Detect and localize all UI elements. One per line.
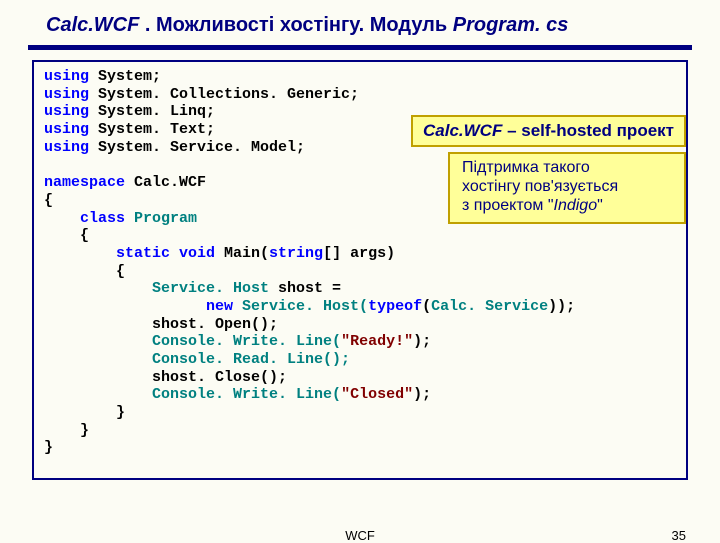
kw-namespace: namespace <box>44 174 125 191</box>
title-part3: Program. cs <box>453 14 569 36</box>
kw-using: using <box>44 121 89 138</box>
kw-static-void: static void <box>44 245 215 262</box>
kw-using: using <box>44 86 89 103</box>
callout-self-hosted: Calc.WCF – self-hosted проект <box>411 115 686 147</box>
callout1-project: Calc.WCF <box>423 121 502 140</box>
page-number: 35 <box>672 528 686 543</box>
kw-using: using <box>44 103 89 120</box>
callout-indigo: Підтримка такого хостінгу пов'язується з… <box>448 152 686 224</box>
slide-title: Calc.WCF . Можливості хостінгу. Модуль P… <box>0 0 720 45</box>
footer-label: WCF <box>345 528 375 543</box>
callout2-line2: хостінгу пов'язується <box>462 177 674 196</box>
callout2-line3: з проектом "Indigo" <box>462 196 674 215</box>
title-part1: Calc.WCF <box>46 14 139 36</box>
kw-class: class <box>44 210 125 227</box>
title-part2: . Можливості хостінгу. Модуль <box>139 14 452 36</box>
title-divider <box>28 45 692 50</box>
callout2-line1: Підтримка такого <box>462 158 674 177</box>
kw-using: using <box>44 68 89 85</box>
kw-using: using <box>44 139 89 156</box>
